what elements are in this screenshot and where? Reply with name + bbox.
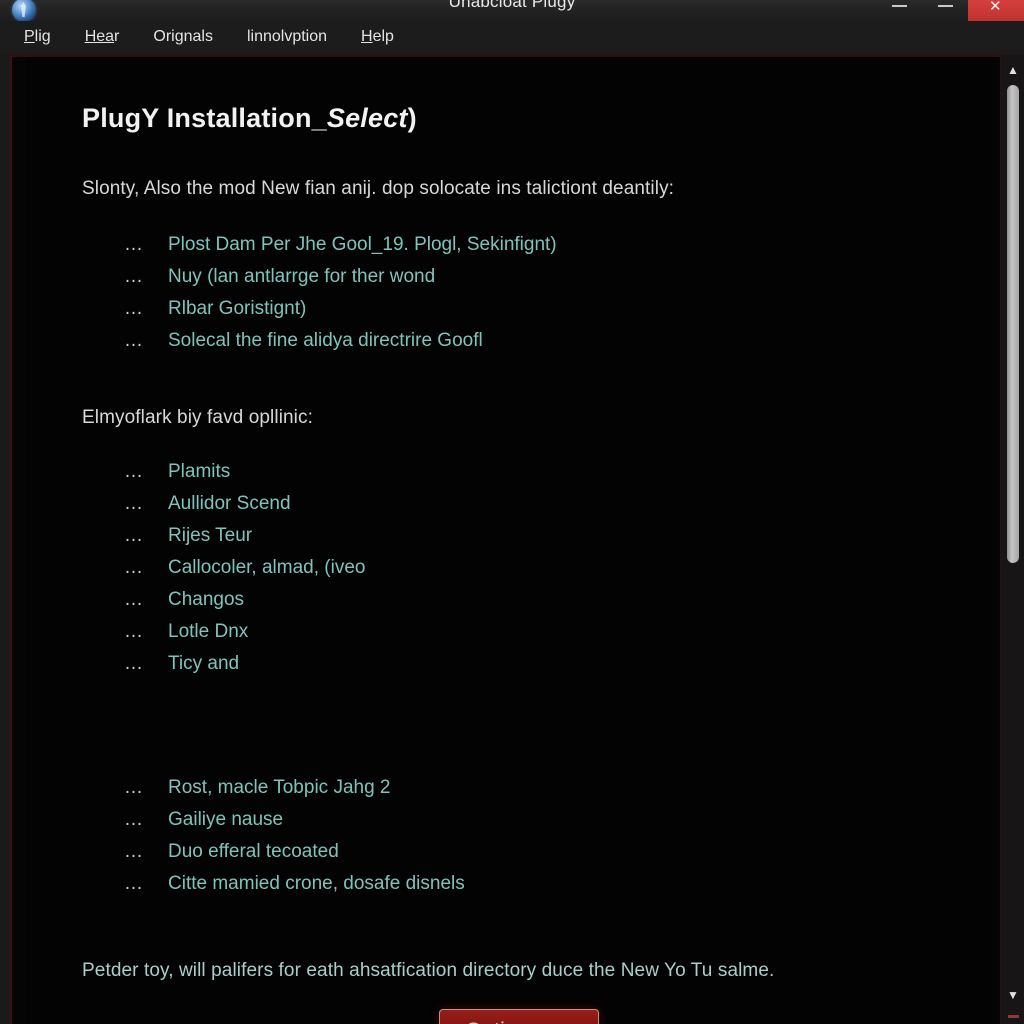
list-item-label: Callocoler, almad, (iveo — [168, 557, 366, 578]
menu-item-orignals[interactable]: Orignals — [153, 28, 213, 46]
list-item-label: Citte mamied crone, dosafe disnels — [168, 873, 465, 894]
list-item-label: Aullidor Scend — [168, 493, 291, 514]
list-item-label: Duo efferal tecoated — [168, 841, 339, 862]
scroll-up-arrow-icon[interactable]: ▲ — [1001, 59, 1024, 81]
bullet-dots-icon: … — [124, 330, 144, 351]
list-item-label: Gailiye nause — [168, 809, 284, 830]
bullet-dots-icon: … — [124, 493, 144, 514]
list-item-label: Plost Dam Per Jhe Gool_19. Plogl, Sekinf… — [168, 234, 557, 255]
bullet-dots-icon: … — [124, 653, 144, 674]
page-title: PlugY Installation_Select) — [82, 103, 417, 133]
footnote-paragraph: Petder toy, will palifers for eath ahsat… — [82, 960, 775, 981]
close-icon: ✕ — [989, 0, 1002, 15]
menu-item-plig-label: lig — [34, 28, 51, 45]
list-item-label: Rost, macle Tobpic Jahg 2 — [168, 777, 391, 798]
list-item-label: Changos — [168, 589, 245, 610]
bullet-list-one: … Plost Dam Per Jhe Gool_19. Plogl, Seki… — [82, 200, 956, 357]
bullet-dots-icon: … — [124, 777, 144, 798]
bullet-dots-icon: … — [124, 557, 144, 578]
bullet-dots-icon: … — [124, 621, 144, 642]
list-item[interactable]: … Lotle Dnx — [82, 616, 956, 648]
menu-item-plig[interactable]: Plig — [24, 28, 51, 46]
bullet-dots-icon: … — [124, 809, 144, 830]
page-title-main: PlugY Installation_ — [82, 103, 327, 133]
continue-button[interactable]: Optinore ▷ — [439, 1009, 599, 1024]
intro-paragraph: Slonty, Also the mod New fian anij. dop … — [82, 178, 675, 199]
window-title: Unabcloat Plugy — [448, 0, 576, 11]
minimize-icon — [892, 5, 907, 7]
minimize-button[interactable] — [876, 0, 922, 21]
menu-item-hear[interactable]: Hear — [85, 28, 120, 46]
bullet-dots-icon: … — [124, 525, 144, 546]
menu-item-linnolvption[interactable]: linnolvption — [247, 28, 327, 46]
close-button[interactable]: ✕ — [968, 0, 1024, 21]
list-item-label: Rijes Teur — [168, 525, 253, 546]
page-title-emphasis: Select — [326, 103, 408, 133]
list-item[interactable]: … Gailiye nause — [82, 804, 956, 836]
scrollbar-thumb[interactable] — [1007, 85, 1019, 563]
scrollbar-end-marker — [1008, 1015, 1019, 1018]
bullet-list-two: … Plamits … Aullidor Scend … Rijes Teur … — [82, 429, 956, 680]
restore-icon — [938, 5, 953, 7]
bullet-dots-icon: … — [124, 234, 144, 255]
bullet-dots-icon: … — [124, 841, 144, 862]
restore-button[interactable] — [922, 0, 968, 21]
second-paragraph: Elmyoflark biy favd opllinic: — [82, 407, 313, 428]
list-item[interactable]: … Ticy and — [82, 648, 956, 680]
list-item-label: Plamits — [168, 461, 231, 482]
list-item[interactable]: … Plamits — [82, 456, 956, 488]
window-controls: ✕ — [876, 0, 1024, 21]
list-item[interactable]: … Rlbar Goristignt) — [82, 293, 956, 325]
list-item-label: Rlbar Goristignt) — [168, 298, 307, 319]
list-item[interactable]: … Citte mamied crone, dosafe disnels — [82, 868, 956, 900]
bullet-dots-icon: … — [124, 266, 144, 287]
action-row: Optinore ▷ — [82, 982, 956, 1024]
list-item[interactable]: … Duo efferal tecoated — [82, 836, 956, 868]
scroll-down-arrow-icon[interactable]: ▼ — [1001, 984, 1024, 1006]
list-item-label: Nuy (lan antlarrge for ther wond — [168, 266, 436, 287]
list-item-label: Ticy and — [168, 653, 240, 674]
list-item[interactable]: … Plost Dam Per Jhe Gool_19. Plogl, Seki… — [82, 229, 956, 261]
list-item[interactable]: … Rost, macle Tobpic Jahg 2 — [82, 772, 956, 804]
list-item[interactable]: … Callocoler, almad, (iveo — [82, 552, 956, 584]
menu-item-help[interactable]: Help — [361, 28, 394, 46]
content-frame: PlugY Installation_Select) Slonty, Also … — [10, 55, 1014, 1024]
continue-button-label: Optinore — [465, 1019, 548, 1024]
list-item-label: Lotle Dnx — [168, 621, 249, 642]
bullet-dots-icon: … — [124, 461, 144, 482]
bullet-dots-icon: … — [124, 298, 144, 319]
list-item[interactable]: … Nuy (lan antlarrge for ther wond — [82, 261, 956, 293]
list-item[interactable]: … Aullidor Scend — [82, 488, 956, 520]
bullet-dots-icon: … — [124, 873, 144, 894]
menu-bar: Plig Hear Orignals linnolvption Help — [0, 21, 1024, 54]
title-bar: Unabcloat Plugy ✕ — [0, 0, 1024, 21]
document-viewport: PlugY Installation_Select) Slonty, Also … — [26, 57, 996, 1024]
application-window: Unabcloat Plugy ✕ Plig Hear Orignals lin… — [0, 0, 1024, 1024]
bullet-list-three: … Rost, macle Tobpic Jahg 2 … Gailiye na… — [82, 680, 956, 900]
document-body: PlugY Installation_Select) Slonty, Also … — [26, 57, 996, 1024]
list-item[interactable]: … Changos — [82, 584, 956, 616]
list-item[interactable]: … Rijes Teur — [82, 520, 956, 552]
list-item-label: Solecal the fine alidya directrire Goofl — [168, 330, 483, 351]
list-item[interactable]: … Solecal the fine alidya directrire Goo… — [82, 325, 956, 357]
bullet-dots-icon: … — [124, 589, 144, 610]
vertical-scrollbar[interactable]: ▲ ▼ — [1000, 55, 1024, 1024]
